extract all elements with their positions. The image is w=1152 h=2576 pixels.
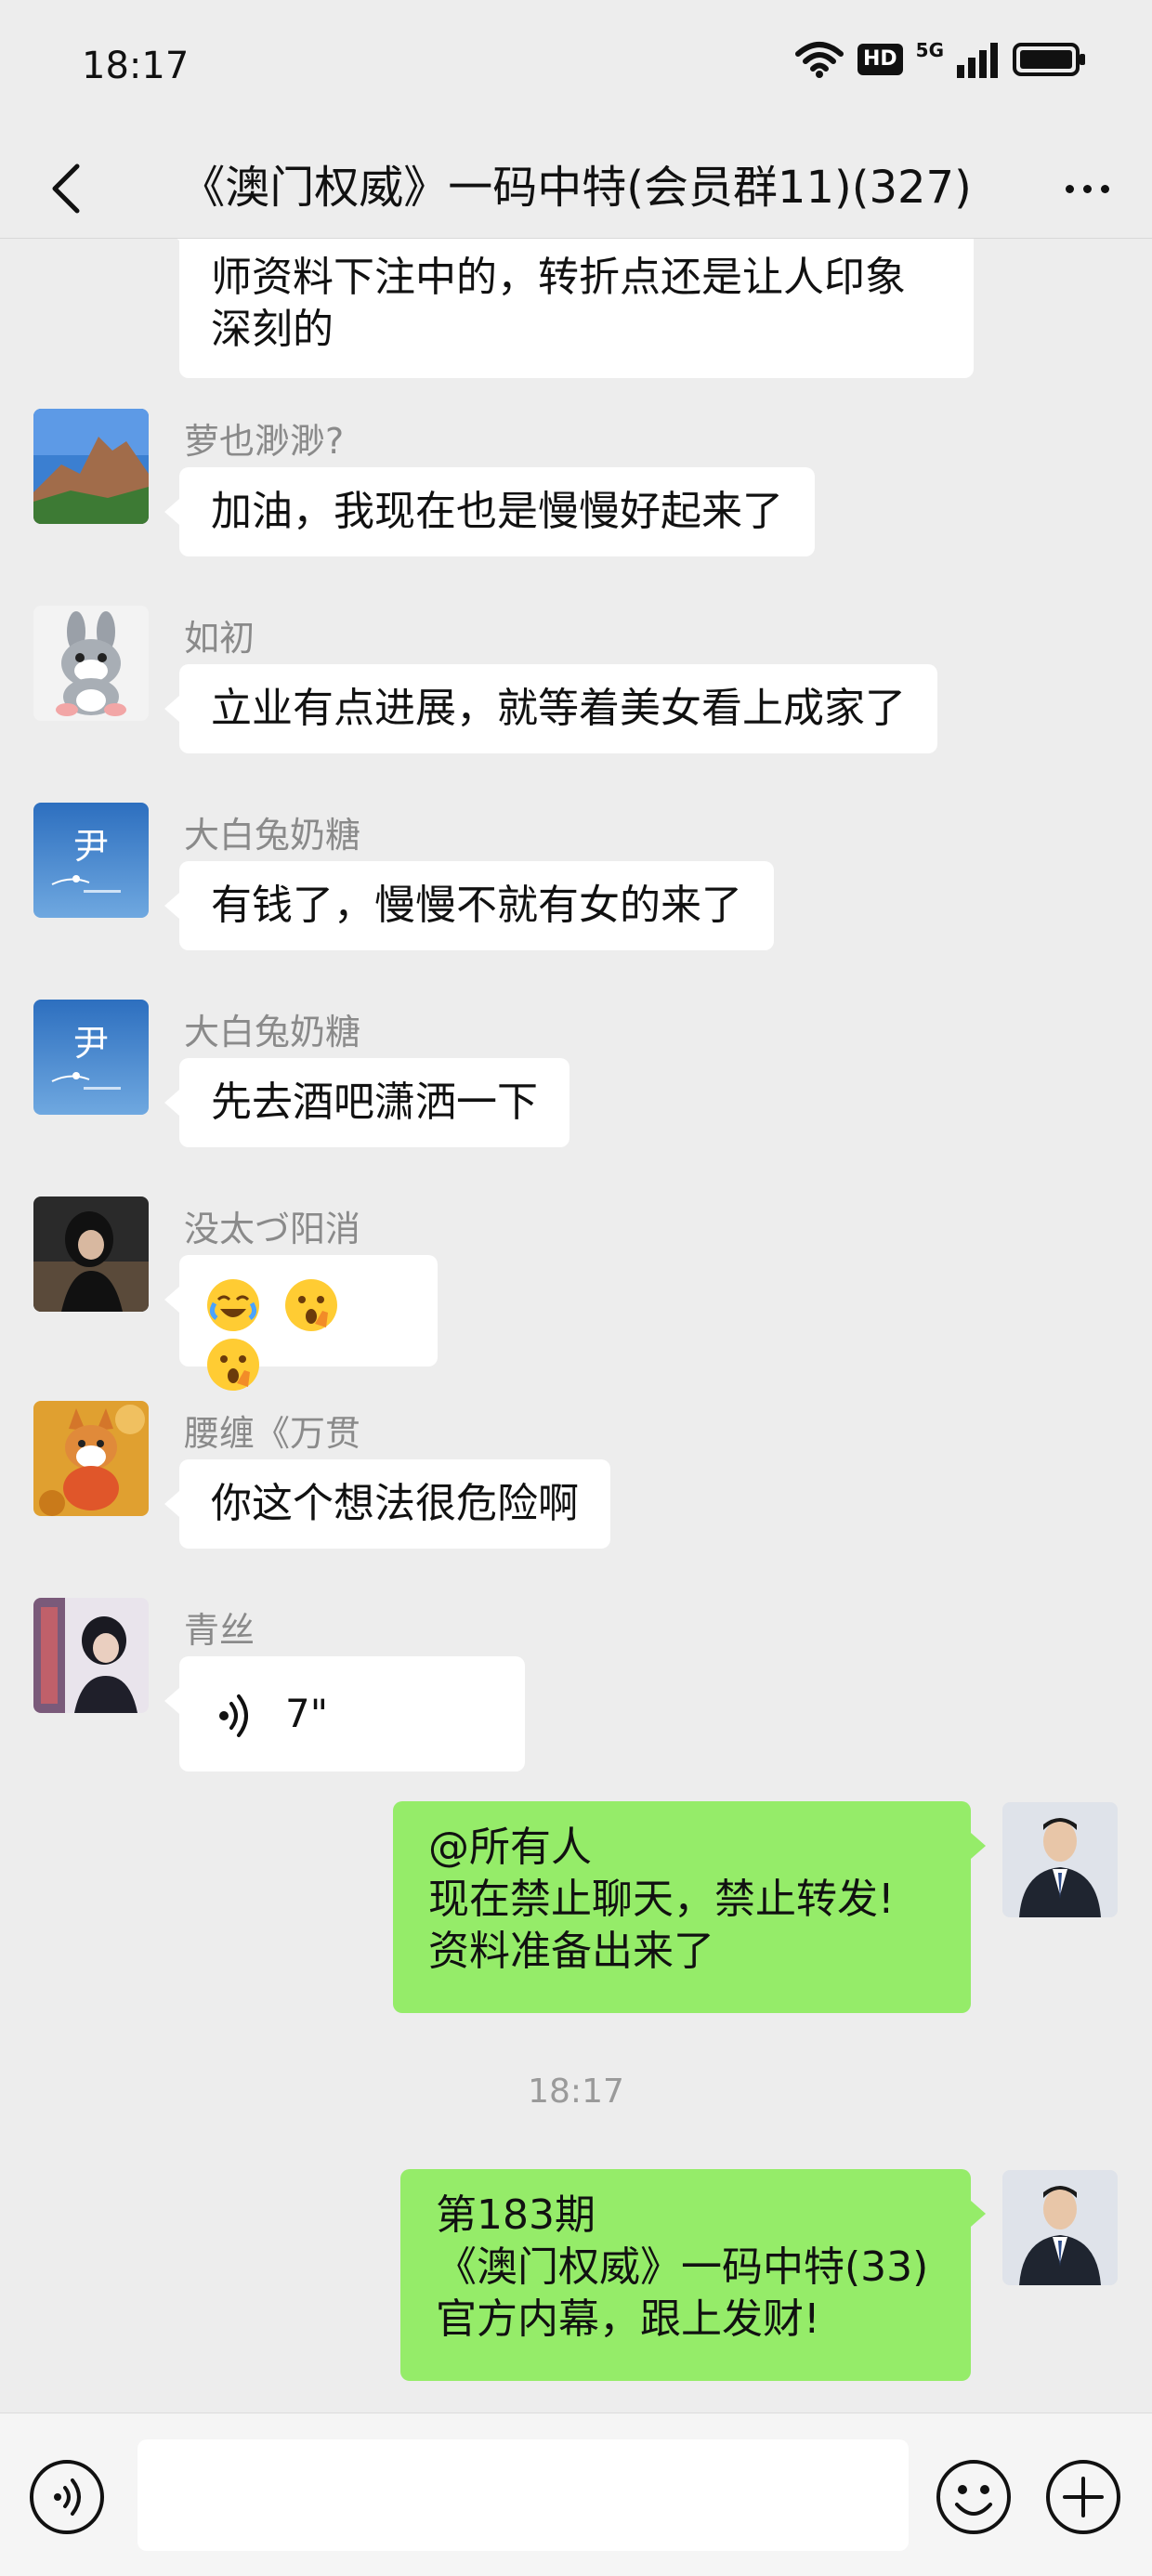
input-bar (0, 2413, 1152, 2576)
voice-message-bubble[interactable]: 7" (164, 1656, 525, 1772)
mountain-avatar[interactable] (33, 409, 149, 524)
message-bubble[interactable] (164, 1255, 438, 1391)
more-dot-icon (1100, 184, 1109, 193)
chat-title: 《澳门权威》一码中特(会员群11)(327) (180, 162, 972, 214)
network-type-label: 5G (915, 39, 944, 61)
message-line: 第183期 (436, 2191, 596, 2239)
chat-header: 《澳门权威》一码中特(会员群11)(327) (0, 137, 1152, 239)
message-bubble[interactable]: 第183期 《澳门权威》一码中特(33) 官方内幕，跟上发财! (400, 2169, 986, 2381)
message-line: 《澳门权威》一码中特(33) (436, 2243, 929, 2291)
message-text: 先去酒吧潇洒一下 (211, 1079, 538, 1126)
sky-avatar[interactable]: 尹 (33, 803, 149, 918)
dog-avatar[interactable] (33, 1401, 149, 1516)
message-text: 你这个想法很危险啊 (211, 1480, 579, 1527)
status-time: 18:17 (82, 45, 190, 87)
message-line: 资料准备出来了 (428, 1928, 714, 1975)
suit-man-avatar[interactable] (1002, 1802, 1118, 1917)
message-text: 立业有点进展，就等着美女看上成家了 (211, 685, 906, 732)
sky-avatar[interactable]: 尹 (33, 1000, 149, 1115)
chevron-left-icon (52, 163, 80, 214)
message-timestamp: 18:17 (528, 2073, 624, 2111)
message-line: 官方内幕，跟上发财! (436, 2295, 820, 2343)
girl-avatar[interactable] (33, 1196, 149, 1312)
message-line: 现在禁止聊天，禁止转发! (428, 1876, 895, 1923)
message-bubble[interactable]: 加油，我现在也是慢慢好起来了 (164, 467, 815, 556)
emoji-button[interactable] (935, 2458, 1013, 2536)
shocked-emoji (207, 1339, 259, 1391)
avatar-glyph: 尹 (73, 1023, 109, 1064)
more-dot-icon (1065, 184, 1074, 193)
signal-icon (957, 43, 998, 78)
crying-laughing-emoji (207, 1279, 259, 1331)
message-input[interactable] (137, 2439, 909, 2551)
person-avatar[interactable] (33, 1598, 149, 1713)
voice-duration: 7" (285, 1691, 329, 1736)
message-line: @所有人 (428, 1824, 592, 1871)
status-icons: HD 5G (794, 39, 1087, 78)
more-button[interactable] (1050, 156, 1124, 221)
message-text: 加油，我现在也是慢慢好起来了 (211, 488, 783, 535)
sender-name: 如初 (184, 618, 255, 659)
message-bubble[interactable]: 立业有点进展，就等着美女看上成家了 (164, 664, 937, 753)
wifi-icon (794, 42, 844, 78)
back-button[interactable] (33, 156, 98, 221)
message-line: 深刻的 (211, 306, 334, 353)
shocked-emoji (285, 1279, 337, 1331)
plus-button[interactable] (1044, 2458, 1122, 2536)
sender-name: 萝也渺渺? (184, 421, 345, 462)
sender-name: 腰缠《万贯 (184, 1413, 361, 1454)
sender-name: 大白兔奶糖 (184, 815, 361, 856)
sender-name: 没太づ阳消 (184, 1209, 361, 1249)
sender-name: 青丝 (184, 1610, 255, 1651)
sender-name: 大白兔奶糖 (184, 1012, 361, 1053)
rabbit-avatar[interactable] (33, 606, 149, 721)
suit-man-avatar[interactable] (1002, 2170, 1118, 2285)
message-bubble[interactable]: 先去酒吧潇洒一下 (164, 1058, 569, 1147)
battery-icon (1013, 43, 1085, 76)
status-bar: 18:17 HD 5G (0, 0, 1152, 137)
message-bubble[interactable]: 师资料下注中的，转折点还是让人印象 深刻的 (164, 239, 974, 378)
avatar-glyph: 尹 (73, 826, 109, 867)
message-list[interactable]: 师资料下注中的，转折点还是让人印象 深刻的 萝也渺渺? 加油，我现在也是慢慢好起… (0, 239, 1152, 2413)
message-text: 有钱了，慢慢不就有女的来了 (211, 882, 742, 929)
message-bubble[interactable]: 你这个想法很危险啊 (164, 1459, 610, 1549)
more-dot-icon (1082, 184, 1092, 193)
hd-badge: HD (857, 44, 903, 75)
message-bubble[interactable]: @所有人 现在禁止聊天，禁止转发! 资料准备出来了 (393, 1801, 986, 2013)
voice-input-button[interactable] (28, 2458, 106, 2536)
message-line: 师资料下注中的，转折点还是让人印象 (211, 254, 906, 301)
voice-wave-icon (219, 1694, 248, 1737)
message-bubble[interactable]: 有钱了，慢慢不就有女的来了 (164, 861, 774, 950)
